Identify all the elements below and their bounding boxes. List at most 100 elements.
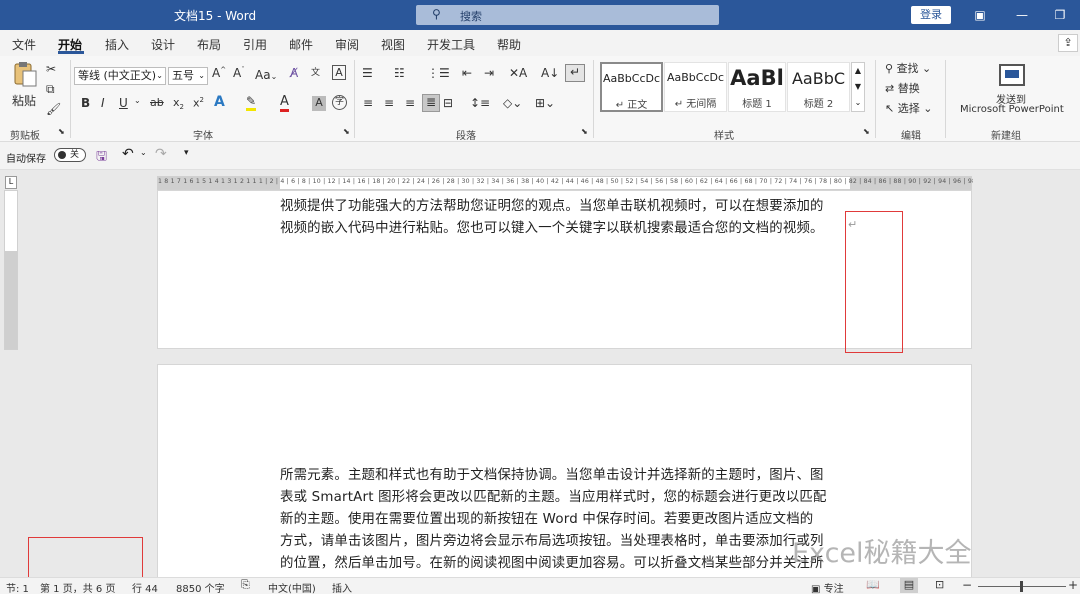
bold-icon[interactable]: B <box>81 96 90 110</box>
minimize-icon[interactable]: — <box>1012 5 1032 25</box>
styles-scroll[interactable]: ▲ ▼ ⌄ <box>851 62 865 112</box>
sort-icon[interactable]: A↓ <box>541 66 559 80</box>
clipboard-launcher-icon[interactable]: ⬊ <box>58 127 65 136</box>
chevron-down-icon[interactable]: ⌄ <box>140 148 147 157</box>
style-heading-2[interactable]: AaBbC 标题 2 <box>787 62 850 112</box>
justify-icon[interactable]: ≣ <box>422 94 440 112</box>
superscript-icon[interactable]: x2 <box>193 96 204 110</box>
align-left-icon[interactable]: ≡ <box>363 96 373 110</box>
strikethrough-icon[interactable]: ab <box>150 96 164 109</box>
insert-mode[interactable]: 插入 <box>332 580 352 594</box>
tab-references[interactable]: 引用 <box>243 36 267 53</box>
font-color-icon[interactable]: A <box>280 94 289 112</box>
style-normal[interactable]: AaBbCcDc ↵ 正文 <box>600 62 663 112</box>
search-placeholder: 搜索 <box>460 10 482 23</box>
page-indicator[interactable]: 第 1 页，共 6 页 <box>40 580 115 594</box>
chevron-down-icon[interactable]: ⌄ <box>134 96 141 105</box>
print-layout-icon[interactable]: ▤ <box>900 578 918 593</box>
copy-icon[interactable]: ⧉ <box>46 82 55 97</box>
autosave-toggle[interactable]: 关 <box>54 148 86 162</box>
focus-mode-button[interactable]: ▣ 专注 <box>811 580 844 594</box>
style-no-spacing[interactable]: AaBbCcDc ↵ 无间隔 <box>664 62 727 112</box>
undo-icon[interactable]: ↶ <box>122 146 134 162</box>
clear-format-icon[interactable]: A̸ <box>290 66 298 80</box>
cut-icon[interactable]: ✂ <box>46 62 56 76</box>
paragraph-launcher-icon[interactable]: ⬊ <box>581 127 588 136</box>
show-marks-icon[interactable]: ↵ <box>565 64 585 82</box>
share-icon[interactable]: ⇪ <box>1058 34 1078 52</box>
zoom-slider-thumb[interactable] <box>1020 581 1023 592</box>
select-button[interactable]: ↖ 选择 ⌄ <box>885 100 932 116</box>
increase-indent-icon[interactable]: ⇥ <box>484 66 494 80</box>
align-center-icon[interactable]: ≡ <box>384 96 394 110</box>
tab-file[interactable]: 文件 <box>12 36 36 53</box>
underline-icon[interactable]: U <box>119 96 128 110</box>
style-heading-1[interactable]: AaBl 标题 1 <box>728 62 786 112</box>
tab-layout[interactable]: 布局 <box>197 36 221 53</box>
borders-icon[interactable]: ⊞⌄ <box>535 96 555 110</box>
styles-group-label: 样式 <box>714 131 734 142</box>
bullets-icon[interactable]: ☰ <box>362 66 373 80</box>
phonetic-guide-icon[interactable]: 文 <box>311 65 320 78</box>
multilevel-list-icon[interactable]: ⋮☰ <box>427 66 450 80</box>
highlight-icon[interactable]: ✎ <box>246 94 257 111</box>
tab-insert[interactable]: 插入 <box>105 36 129 53</box>
tab-help[interactable]: 帮助 <box>497 36 521 53</box>
paste-icon[interactable] <box>10 60 40 90</box>
ribbon-display-icon[interactable]: ▣ <box>970 5 990 25</box>
zoom-out-icon[interactable]: − <box>962 578 972 592</box>
distributed-icon[interactable]: ⊟ <box>443 96 453 110</box>
shrink-font-icon[interactable]: Aˇ <box>233 66 245 80</box>
customize-qat-icon[interactable]: ▾ <box>184 148 189 158</box>
zoom-in-icon[interactable]: + <box>1068 578 1078 592</box>
tab-view[interactable]: 视图 <box>381 36 405 53</box>
redo-icon[interactable]: ↷ <box>155 146 167 162</box>
format-painter-icon[interactable]: 🖌 <box>46 102 61 116</box>
save-icon[interactable]: 🖫 <box>96 147 107 169</box>
replace-button[interactable]: ⇄ 替换 <box>885 80 920 96</box>
char-shading-icon[interactable]: A <box>312 96 326 111</box>
line-spacing-icon[interactable]: ↕≡ <box>470 96 490 110</box>
toggle-label: 关 <box>70 150 80 160</box>
tab-developer[interactable]: 开发工具 <box>427 36 475 53</box>
align-right-icon[interactable]: ≡ <box>405 96 415 110</box>
tab-mailings[interactable]: 邮件 <box>289 36 313 53</box>
vertical-ruler[interactable] <box>4 190 18 350</box>
proofing-icon[interactable]: ⎘ <box>241 578 250 592</box>
decrease-indent-icon[interactable]: ⇤ <box>462 66 472 80</box>
login-button[interactable]: 登录 <box>911 6 951 24</box>
font-launcher-icon[interactable]: ⬊ <box>343 127 350 136</box>
word-count[interactable]: 8850 个字 <box>176 580 225 594</box>
web-layout-icon[interactable]: ⊡ <box>935 578 944 591</box>
read-mode-icon[interactable]: 📖 <box>866 578 880 591</box>
chinese-layout-icon[interactable]: ✕A <box>509 66 527 80</box>
divider <box>945 60 946 138</box>
section-indicator[interactable]: 节: 1 <box>6 580 29 594</box>
text-effects-icon[interactable]: A <box>214 94 225 110</box>
numbering-icon[interactable]: ☷ <box>394 66 405 80</box>
search-box[interactable]: ⚲ 搜索 <box>416 5 719 25</box>
find-button[interactable]: ⚲ 查找 ⌄ <box>885 60 931 76</box>
change-case-button[interactable]: Aa⌄ <box>255 68 277 82</box>
shading-icon[interactable]: ◇⌄ <box>503 96 522 110</box>
grow-font-icon[interactable]: A^ <box>212 66 226 80</box>
horizontal-ruler[interactable]: 1 8 1 7 1 6 1 5 1 4 1 3 1 2 1 1 1 | 2 | … <box>157 176 973 190</box>
line-indicator[interactable]: 行 44 <box>132 580 158 594</box>
powerpoint-icon[interactable] <box>999 64 1025 86</box>
send-to-ppt-label[interactable]: Microsoft PowerPoint <box>960 104 1064 115</box>
subscript-icon[interactable]: x2 <box>173 96 184 111</box>
restore-icon[interactable]: ❐ <box>1050 5 1070 25</box>
language-indicator[interactable]: 中文(中国) <box>268 580 316 594</box>
tab-selector-icon[interactable]: L <box>5 176 17 189</box>
char-border-icon[interactable]: A <box>332 65 346 80</box>
tab-review[interactable]: 审阅 <box>335 36 359 53</box>
font-name-select[interactable]: 等线 (中文正文) ⌄ <box>74 67 166 85</box>
enclose-char-icon[interactable]: 字 <box>332 95 347 110</box>
font-size-select[interactable]: 五号 ⌄ <box>168 67 208 85</box>
paste-label[interactable]: 粘贴 <box>12 92 36 109</box>
style-label: ↵ 正文 <box>615 100 648 111</box>
tab-design[interactable]: 设计 <box>151 36 175 53</box>
focus-label: 专注 <box>823 584 844 594</box>
italic-icon[interactable]: I <box>101 96 105 110</box>
styles-launcher-icon[interactable]: ⬊ <box>863 127 870 136</box>
